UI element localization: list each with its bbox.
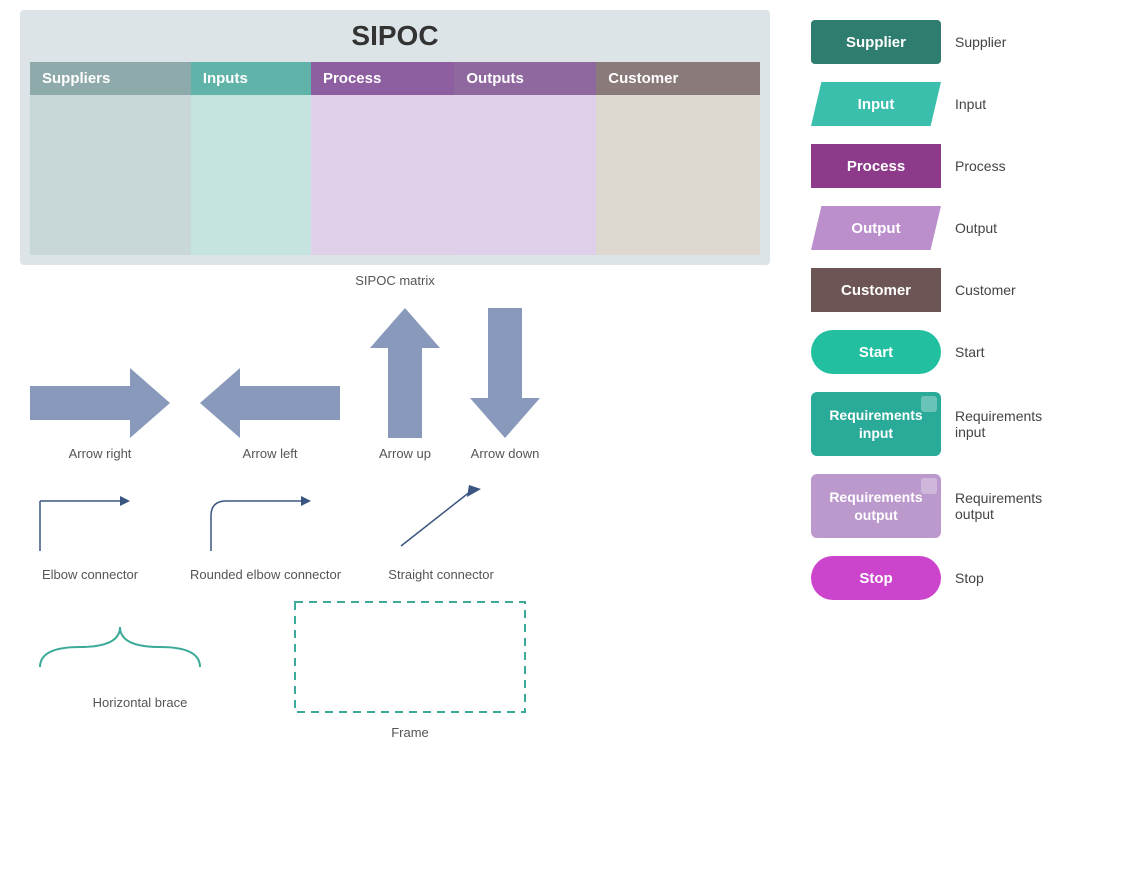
brace-item: Horizontal brace <box>30 597 250 710</box>
start-shape-box: Start <box>811 330 941 374</box>
cell-process-2 <box>311 175 454 255</box>
legend-item-customer: Customer Customer <box>811 268 1121 312</box>
col-outputs-header: Outputs <box>454 62 596 95</box>
bottom-section: Horizontal brace Frame <box>30 597 770 740</box>
legend-item-output: Output Output <box>811 206 1121 250</box>
start-shape: Start <box>811 330 941 374</box>
cell-customer-1 <box>596 95 760 175</box>
straight-connector-svg <box>381 471 501 561</box>
cell-inputs-1 <box>191 95 311 175</box>
legend-item-stop: Stop Stop <box>811 556 1121 600</box>
cell-suppliers-2 <box>30 175 191 255</box>
customer-shape: Customer <box>811 268 941 312</box>
arrow-down-shape <box>470 308 540 438</box>
connectors-section: Elbow connector Rounded elbow connector … <box>30 471 770 582</box>
arrow-left-item: Arrow left <box>200 368 340 461</box>
customer-legend-label: Customer <box>955 282 1016 298</box>
input-legend-label: Input <box>955 96 986 112</box>
customer-shape-box: Customer <box>811 268 941 312</box>
process-legend-label: Process <box>955 158 1006 174</box>
arrow-right-label: Arrow right <box>69 446 132 461</box>
arrow-up-label: Arrow up <box>379 446 431 461</box>
cell-process-1 <box>311 95 454 175</box>
stop-shape-box: Stop <box>811 556 941 600</box>
arrow-down-item: Arrow down <box>470 308 540 461</box>
horizontal-brace-svg <box>30 597 250 687</box>
legend-item-req-output: Requirementsoutput Requirementsoutput <box>811 474 1121 538</box>
input-shape-box: Input <box>811 82 941 126</box>
sipoc-matrix: SIPOC Suppliers Inputs Process Outputs C… <box>20 10 770 265</box>
horizontal-brace-label: Horizontal brace <box>93 695 188 710</box>
arrow-up-shape <box>370 308 440 438</box>
col-suppliers-header: Suppliers <box>30 62 191 95</box>
legend-item-start: Start Start <box>811 330 1121 374</box>
elbow-connector-svg <box>30 471 150 561</box>
sipoc-table: Suppliers Inputs Process Outputs Custome… <box>30 62 760 255</box>
req-input-legend-label: Requirementsinput <box>955 408 1042 440</box>
output-shape: Output <box>811 206 941 250</box>
arrow-up-item: Arrow up <box>370 308 440 461</box>
rounded-elbow-connector-item: Rounded elbow connector <box>190 471 341 582</box>
arrow-right-shape <box>30 368 170 438</box>
req-input-shape-box: Requirementsinput <box>811 392 941 456</box>
arrow-left-label: Arrow left <box>243 446 298 461</box>
straight-connector-item: Straight connector <box>381 471 501 582</box>
supplier-shape: Supplier <box>811 20 941 64</box>
straight-connector-label: Straight connector <box>388 567 494 582</box>
legend-item-input: Input Input <box>811 82 1121 126</box>
arrows-section: Arrow right Arrow left Arrow up Arrow do… <box>30 308 770 461</box>
elbow-connector-label: Elbow connector <box>42 567 138 582</box>
req-input-shape: Requirementsinput <box>811 392 941 456</box>
output-legend-label: Output <box>955 220 997 236</box>
process-shape-box: Process <box>811 144 941 188</box>
supplier-legend-label: Supplier <box>955 34 1006 50</box>
supplier-shape-box: Supplier <box>811 20 941 64</box>
frame-item: Frame <box>290 597 530 740</box>
stop-shape: Stop <box>811 556 941 600</box>
req-output-shape: Requirementsoutput <box>811 474 941 538</box>
sipoc-title: SIPOC <box>30 20 760 52</box>
input-shape: Input <box>811 82 941 126</box>
arrow-left-shape <box>200 368 340 438</box>
frame-label: Frame <box>391 725 429 740</box>
cell-outputs-1 <box>454 95 596 175</box>
req-output-legend-label: Requirementsoutput <box>955 490 1042 522</box>
right-panel: Supplier Supplier Input Input Process Pr… <box>811 20 1121 618</box>
left-panel: SIPOC Suppliers Inputs Process Outputs C… <box>20 10 770 740</box>
arrow-down-label: Arrow down <box>471 446 540 461</box>
rounded-elbow-connector-label: Rounded elbow connector <box>190 567 341 582</box>
col-customer-header: Customer <box>596 62 760 95</box>
process-shape: Process <box>811 144 941 188</box>
cell-outputs-2 <box>454 175 596 255</box>
col-process-header: Process <box>311 62 454 95</box>
legend-item-process: Process Process <box>811 144 1121 188</box>
req-output-shape-box: Requirementsoutput <box>811 474 941 538</box>
output-shape-box: Output <box>811 206 941 250</box>
arrow-right-item: Arrow right <box>30 368 170 461</box>
elbow-connector-item: Elbow connector <box>30 471 150 582</box>
start-legend-label: Start <box>955 344 985 360</box>
rounded-elbow-connector-svg <box>201 471 331 561</box>
col-inputs-header: Inputs <box>191 62 311 95</box>
frame-svg <box>290 597 530 717</box>
cell-suppliers-1 <box>30 95 191 175</box>
stop-legend-label: Stop <box>955 570 984 586</box>
legend-item-req-input: Requirementsinput Requirementsinput <box>811 392 1121 456</box>
cell-customer-2 <box>596 175 760 255</box>
sipoc-matrix-label: SIPOC matrix <box>20 273 770 288</box>
legend-item-supplier: Supplier Supplier <box>811 20 1121 64</box>
cell-inputs-2 <box>191 175 311 255</box>
